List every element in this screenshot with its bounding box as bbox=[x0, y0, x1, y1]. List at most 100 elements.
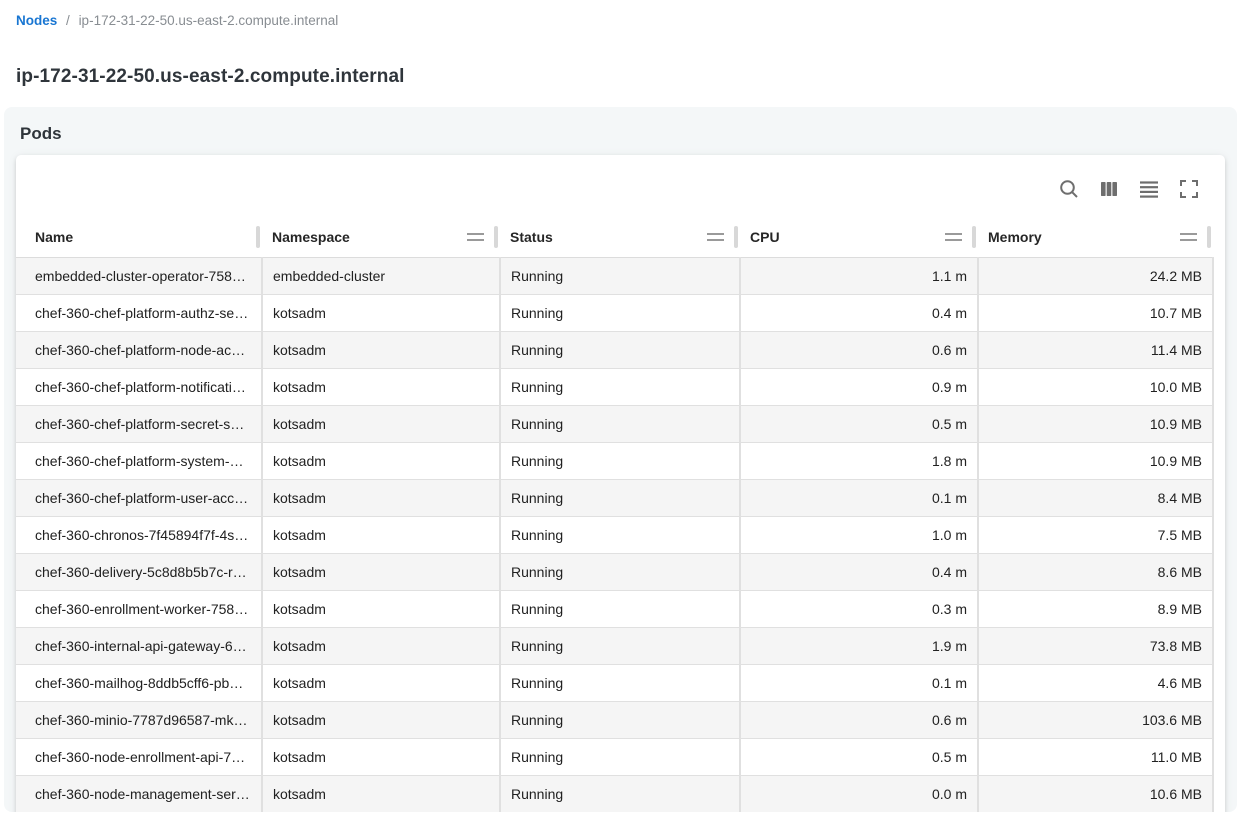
column-resize-handle[interactable] bbox=[494, 226, 498, 248]
cell-name: chef-360-mailhog-8ddb5cff6-pb… bbox=[16, 664, 262, 701]
table-row[interactable]: chef-360-minio-7787d96587-mk…kotsadmRunn… bbox=[16, 701, 1213, 738]
cell-status: Running bbox=[500, 664, 740, 701]
column-header-cpu[interactable]: CPU bbox=[740, 217, 978, 257]
cell-cpu: 0.1 m bbox=[740, 664, 978, 701]
cell-memory: 8.4 MB bbox=[978, 479, 1213, 516]
cell-cpu: 0.3 m bbox=[740, 590, 978, 627]
table-row[interactable]: chef-360-mailhog-8ddb5cff6-pb…kotsadmRun… bbox=[16, 664, 1213, 701]
cell-namespace: kotsadm bbox=[262, 479, 500, 516]
cell-memory: 4.6 MB bbox=[978, 664, 1213, 701]
table-row[interactable]: chef-360-chef-platform-authz-se…kotsadmR… bbox=[16, 294, 1213, 331]
column-header-label: Name bbox=[35, 229, 73, 245]
cell-cpu: 0.6 m bbox=[740, 701, 978, 738]
cell-cpu: 1.9 m bbox=[740, 627, 978, 664]
breadcrumb-current: ip-172-31-22-50.us-east-2.compute.intern… bbox=[79, 13, 339, 28]
pods-section-card: Pods bbox=[4, 107, 1237, 812]
table-row[interactable]: chef-360-chef-platform-secret-s…kotsadmR… bbox=[16, 405, 1213, 442]
cell-name: chef-360-chef-platform-secret-s… bbox=[16, 405, 262, 442]
column-header-label: Namespace bbox=[272, 229, 350, 245]
toggle-density-button[interactable] bbox=[1129, 169, 1169, 209]
column-header-name[interactable]: Name bbox=[16, 217, 262, 257]
cell-memory: 8.9 MB bbox=[978, 590, 1213, 627]
cell-name: chef-360-chef-platform-node-ac… bbox=[16, 331, 262, 368]
cell-memory: 7.5 MB bbox=[978, 516, 1213, 553]
pods-table: Name Namespace Status CPU Memory embedded-cl… bbox=[16, 217, 1214, 812]
cell-namespace: kotsadm bbox=[262, 775, 500, 812]
table-row[interactable]: embedded-cluster-operator-758…embedded-c… bbox=[16, 257, 1213, 294]
cell-status: Running bbox=[500, 479, 740, 516]
column-header-memory[interactable]: Memory bbox=[978, 217, 1213, 257]
cell-namespace: kotsadm bbox=[262, 738, 500, 775]
cell-cpu: 1.0 m bbox=[740, 516, 978, 553]
column-header-label: CPU bbox=[750, 229, 780, 245]
column-drag-handle-icon[interactable] bbox=[467, 233, 484, 241]
view-columns-icon bbox=[1097, 177, 1121, 201]
table-row[interactable]: chef-360-internal-api-gateway-6…kotsadmR… bbox=[16, 627, 1213, 664]
toggle-fullscreen-button[interactable] bbox=[1169, 169, 1209, 209]
column-header-status[interactable]: Status bbox=[500, 217, 740, 257]
show-hide-columns-button[interactable] bbox=[1089, 169, 1129, 209]
table-row[interactable]: chef-360-node-management-ser…kotsadmRunn… bbox=[16, 775, 1213, 812]
cell-namespace: kotsadm bbox=[262, 590, 500, 627]
table-header-row: Name Namespace Status CPU Memory bbox=[16, 217, 1213, 257]
column-resize-handle[interactable] bbox=[1207, 226, 1211, 248]
cell-cpu: 1.8 m bbox=[740, 442, 978, 479]
column-drag-handle-icon[interactable] bbox=[707, 233, 724, 241]
cell-name: chef-360-delivery-5c8d8b5b7c-r… bbox=[16, 553, 262, 590]
cell-memory: 10.7 MB bbox=[978, 294, 1213, 331]
breadcrumb-nodes-link[interactable]: Nodes bbox=[16, 13, 57, 28]
column-header-namespace[interactable]: Namespace bbox=[262, 217, 500, 257]
table-toolbar bbox=[16, 155, 1225, 217]
cell-cpu: 0.4 m bbox=[740, 294, 978, 331]
cell-namespace: kotsadm bbox=[262, 331, 500, 368]
table-row[interactable]: chef-360-delivery-5c8d8b5b7c-r…kotsadmRu… bbox=[16, 553, 1213, 590]
cell-cpu: 0.5 m bbox=[740, 405, 978, 442]
cell-name: chef-360-chronos-7f45894f7f-4s… bbox=[16, 516, 262, 553]
table-row[interactable]: chef-360-chef-platform-user-acc…kotsadmR… bbox=[16, 479, 1213, 516]
cell-name: chef-360-enrollment-worker-758… bbox=[16, 590, 262, 627]
cell-status: Running bbox=[500, 405, 740, 442]
cell-status: Running bbox=[500, 516, 740, 553]
table-row[interactable]: chef-360-chef-platform-system-…kotsadmRu… bbox=[16, 442, 1213, 479]
cell-status: Running bbox=[500, 257, 740, 294]
cell-cpu: 1.1 m bbox=[740, 257, 978, 294]
cell-cpu: 0.4 m bbox=[740, 553, 978, 590]
search-button[interactable] bbox=[1049, 169, 1089, 209]
cell-memory: 10.9 MB bbox=[978, 442, 1213, 479]
cell-memory: 8.6 MB bbox=[978, 553, 1213, 590]
table-row[interactable]: chef-360-chronos-7f45894f7f-4s…kotsadmRu… bbox=[16, 516, 1213, 553]
column-drag-handle-icon[interactable] bbox=[945, 233, 962, 241]
table-row[interactable]: chef-360-chef-platform-node-ac…kotsadmRu… bbox=[16, 331, 1213, 368]
cell-name: chef-360-chef-platform-authz-se… bbox=[16, 294, 262, 331]
cell-name: chef-360-node-enrollment-api-7… bbox=[16, 738, 262, 775]
cell-namespace: kotsadm bbox=[262, 442, 500, 479]
cell-cpu: 0.9 m bbox=[740, 368, 978, 405]
density-icon bbox=[1137, 177, 1161, 201]
fullscreen-icon bbox=[1177, 177, 1201, 201]
cell-memory: 10.9 MB bbox=[978, 405, 1213, 442]
search-icon bbox=[1057, 177, 1081, 201]
cell-namespace: kotsadm bbox=[262, 368, 500, 405]
column-resize-handle[interactable] bbox=[972, 226, 976, 248]
cell-memory: 73.8 MB bbox=[978, 627, 1213, 664]
pods-table-body: embedded-cluster-operator-758…embedded-c… bbox=[16, 257, 1213, 812]
cell-name: embedded-cluster-operator-758… bbox=[16, 257, 262, 294]
column-header-label: Status bbox=[510, 229, 553, 245]
cell-status: Running bbox=[500, 627, 740, 664]
cell-memory: 24.2 MB bbox=[978, 257, 1213, 294]
table-row[interactable]: chef-360-enrollment-worker-758…kotsadmRu… bbox=[16, 590, 1213, 627]
pods-section-title: Pods bbox=[20, 123, 1225, 144]
cell-status: Running bbox=[500, 368, 740, 405]
table-row[interactable]: chef-360-node-enrollment-api-7…kotsadmRu… bbox=[16, 738, 1213, 775]
cell-namespace: kotsadm bbox=[262, 553, 500, 590]
cell-status: Running bbox=[500, 775, 740, 812]
cell-memory: 10.0 MB bbox=[978, 368, 1213, 405]
column-header-label: Memory bbox=[988, 229, 1042, 245]
cell-name: chef-360-node-management-ser… bbox=[16, 775, 262, 812]
cell-memory: 103.6 MB bbox=[978, 701, 1213, 738]
table-row[interactable]: chef-360-chef-platform-notificati…kotsad… bbox=[16, 368, 1213, 405]
cell-name: chef-360-internal-api-gateway-6… bbox=[16, 627, 262, 664]
column-resize-handle[interactable] bbox=[256, 226, 260, 248]
column-drag-handle-icon[interactable] bbox=[1180, 233, 1197, 241]
column-resize-handle[interactable] bbox=[734, 226, 738, 248]
